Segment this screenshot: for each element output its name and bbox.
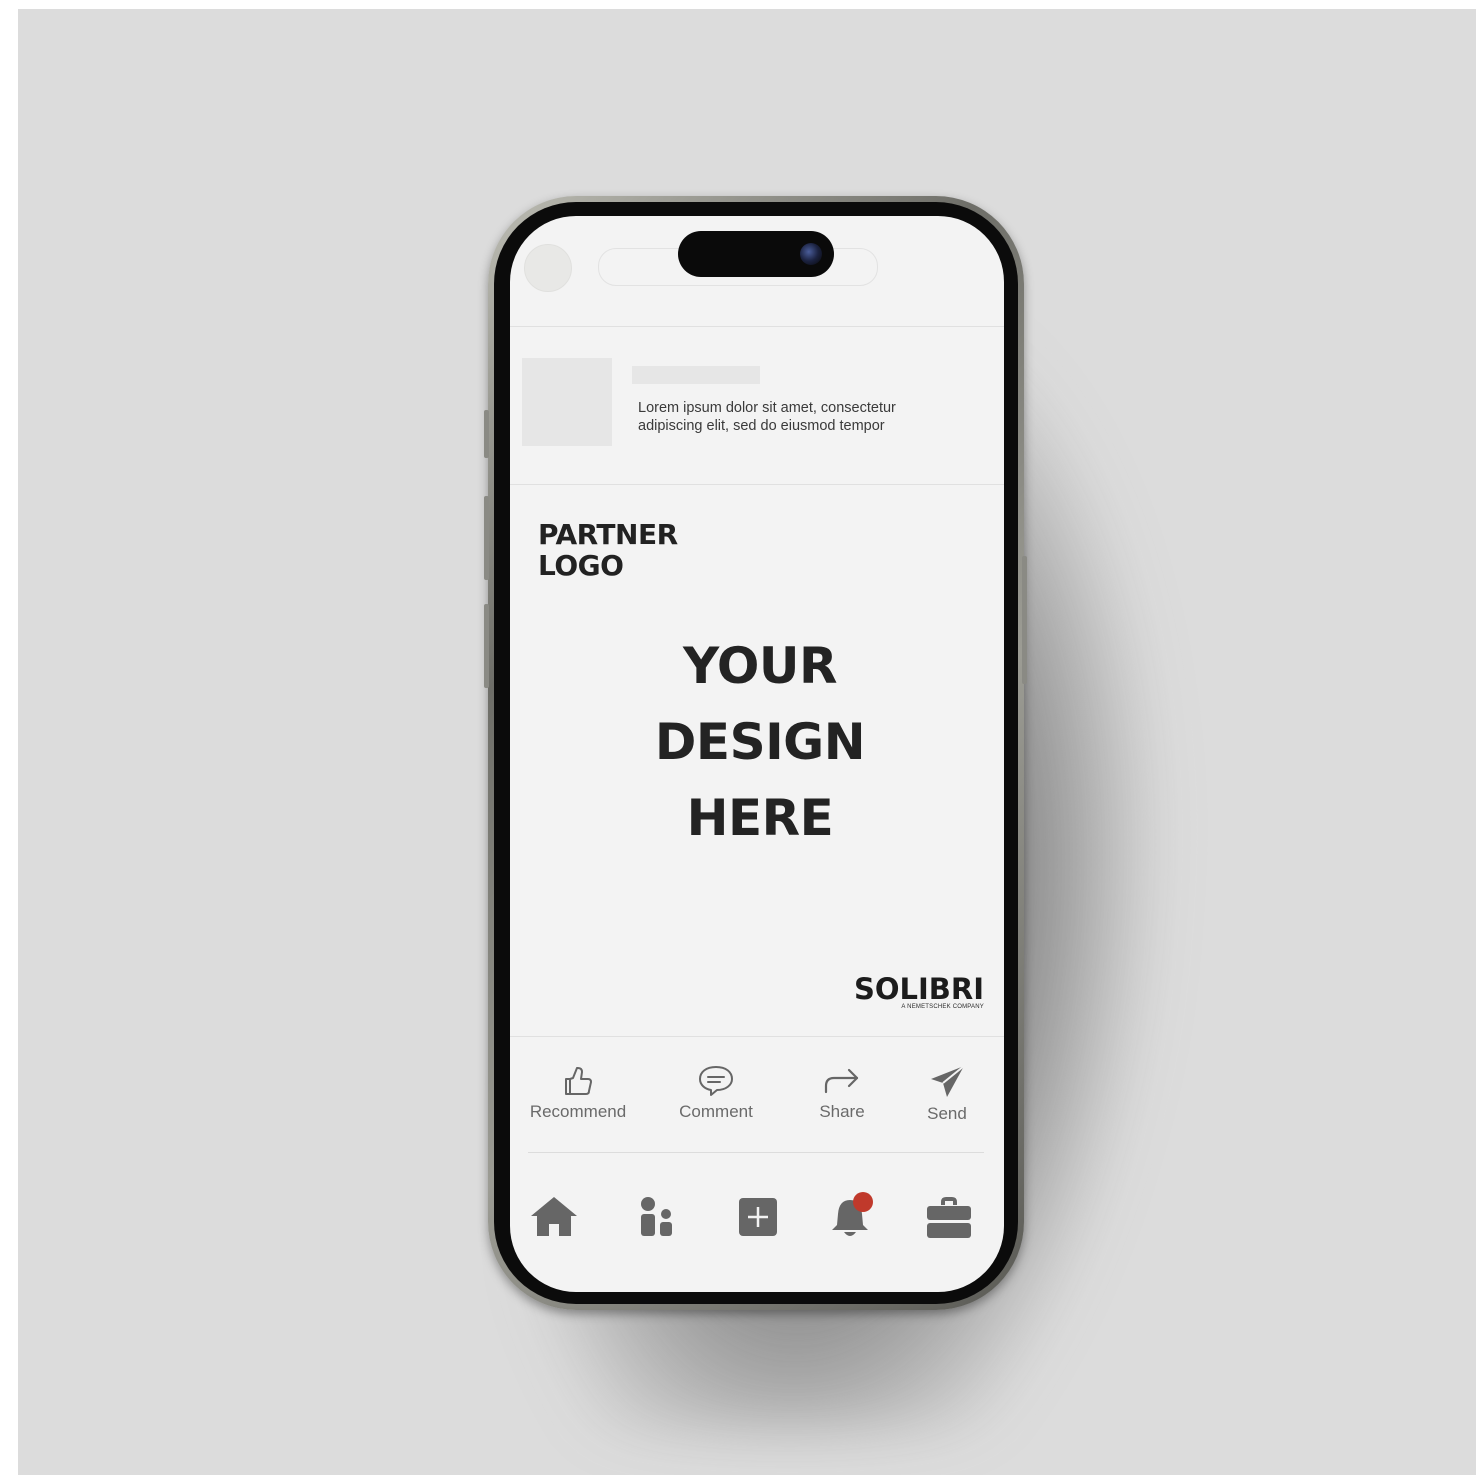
share-icon [824, 1068, 859, 1094]
brand-logo: SOLIBRI A NEMETSCHEK COMPANY [828, 974, 984, 1011]
phone-screen: Lorem ipsum dolor sit amet, consectetur … [510, 216, 1004, 1292]
partner-logo-line: LOGO [538, 549, 624, 582]
divider [510, 1036, 1004, 1037]
send-button[interactable]: Send [892, 1064, 1002, 1124]
nav-jobs[interactable] [922, 1194, 976, 1242]
side-button [1022, 556, 1027, 684]
post-thumbnail[interactable] [522, 358, 612, 446]
nav-network[interactable] [630, 1194, 684, 1242]
brand-tagline: A NEMETSCHEK COMPANY [901, 1004, 984, 1010]
briefcase-icon [927, 1197, 971, 1238]
ad-headline[interactable]: YOUR DESIGN HERE [600, 628, 920, 856]
comment-icon [699, 1066, 733, 1096]
post-title-placeholder [632, 366, 760, 384]
notification-badge [853, 1192, 873, 1212]
recommend-button[interactable]: Recommend [523, 1064, 633, 1122]
side-button [484, 496, 489, 580]
send-icon [931, 1065, 965, 1097]
divider [510, 484, 1004, 485]
nav-notifications[interactable] [823, 1192, 877, 1242]
partner-logo: PARTNER LOGO [538, 519, 678, 581]
share-button[interactable]: Share [787, 1064, 897, 1122]
avatar[interactable] [524, 244, 572, 292]
ad-headline-line: HERE [686, 789, 834, 847]
send-label: Send [927, 1104, 967, 1123]
bottom-nav [510, 1192, 1004, 1244]
side-button [484, 410, 489, 458]
plus-box-icon [739, 1198, 777, 1236]
camera-icon [800, 243, 822, 265]
recommend-label: Recommend [529, 1102, 627, 1121]
ad-headline-line: DESIGN [654, 713, 866, 771]
nav-home[interactable] [527, 1194, 581, 1242]
nav-post[interactable] [730, 1194, 784, 1242]
post-text-line: Lorem ipsum dolor sit amet, consectetur [638, 400, 896, 416]
comment-label: Comment [679, 1102, 753, 1121]
ad-headline-line: YOUR [682, 637, 838, 695]
post-text: Lorem ipsum dolor sit amet, consectetur … [638, 399, 938, 435]
divider [510, 326, 1004, 327]
side-button [484, 604, 489, 688]
thumbs-up-icon [565, 1067, 592, 1095]
partner-logo-line: PARTNER [538, 518, 678, 551]
share-label: Share [819, 1102, 865, 1121]
people-icon [641, 1197, 672, 1236]
comment-button[interactable]: Comment [661, 1064, 771, 1122]
divider [528, 1152, 984, 1153]
post-actions: Recommend Comment Share Send [510, 1064, 1004, 1134]
dynamic-island [678, 231, 834, 277]
post-text-line: adipiscing elit, sed do eiusmod tempor [638, 418, 885, 434]
brand-name: SOLIBRI [853, 972, 984, 1006]
home-icon [531, 1197, 577, 1236]
